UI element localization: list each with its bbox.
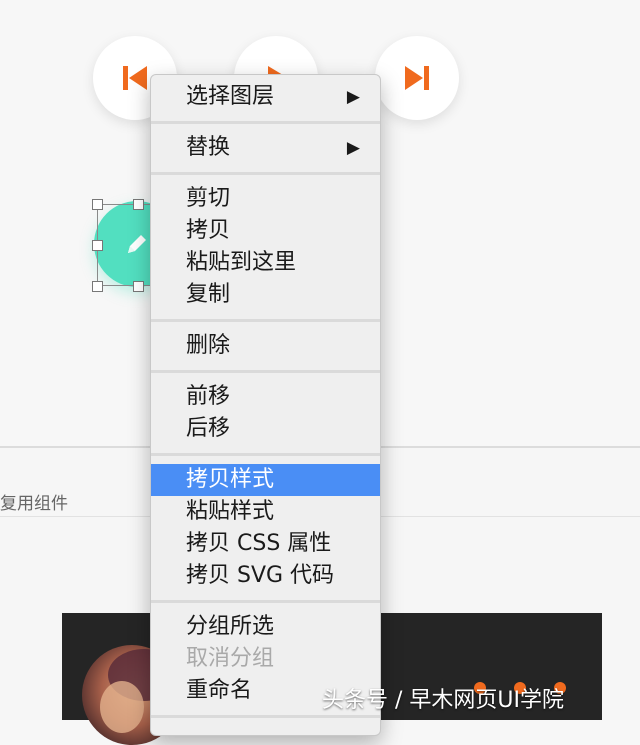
menu-item-group-selection[interactable]: 分组所选 bbox=[151, 611, 380, 643]
menu-item-bring-forward[interactable]: 前移 bbox=[151, 381, 380, 413]
menu-item-ungroup: 取消分组 bbox=[186, 646, 275, 671]
menu-item-duplicate[interactable]: 复制 bbox=[151, 279, 380, 311]
resize-handle[interactable] bbox=[133, 199, 144, 210]
resize-handle[interactable] bbox=[92, 281, 103, 292]
menu-item-copy-svg[interactable]: 拷贝 SVG 代码 bbox=[151, 560, 380, 592]
menu-separator bbox=[151, 172, 380, 175]
submenu-arrow-icon: ▶ bbox=[346, 138, 360, 158]
menu-separator bbox=[151, 370, 380, 373]
menu-separator bbox=[151, 715, 380, 718]
next-button[interactable] bbox=[375, 36, 459, 120]
skip-next-icon bbox=[405, 66, 429, 90]
menu-item-cut[interactable]: 剪切 bbox=[151, 183, 380, 215]
watermark-text: 头条号 / 早木网页UI学院 bbox=[322, 688, 564, 713]
menu-item-delete[interactable]: 删除 bbox=[151, 330, 380, 362]
resize-handle[interactable] bbox=[92, 199, 103, 210]
menu-separator bbox=[151, 600, 380, 603]
context-menu: 选择图层 ▶ 替换 ▶ 剪切 拷贝 粘贴到这里 复制 删除 前移 后移 拷贝样式… bbox=[150, 74, 381, 736]
resize-handle[interactable] bbox=[133, 281, 144, 292]
menu-item-select-layer[interactable]: 选择图层 ▶ bbox=[151, 81, 380, 113]
submenu-arrow-icon: ▶ bbox=[346, 87, 360, 107]
menu-item-paste-style[interactable]: 粘贴样式 bbox=[151, 496, 380, 528]
menu-item-paste-here[interactable]: 粘贴到这里 bbox=[151, 247, 380, 279]
menu-item-copy-style[interactable]: 拷贝样式 bbox=[151, 464, 380, 496]
menu-separator bbox=[151, 121, 380, 124]
menu-item-copy-css[interactable]: 拷贝 CSS 属性 bbox=[151, 528, 380, 560]
skip-previous-icon bbox=[123, 66, 147, 90]
menu-separator bbox=[151, 319, 380, 322]
menu-item-replace[interactable]: 替换 ▶ bbox=[151, 132, 380, 164]
resize-handle[interactable] bbox=[92, 240, 103, 251]
menu-item-copy[interactable]: 拷贝 bbox=[151, 215, 380, 247]
reuse-components-label: 复用组件 bbox=[0, 494, 68, 514]
menu-separator bbox=[151, 453, 380, 456]
menu-item-send-backward[interactable]: 后移 bbox=[151, 413, 380, 445]
